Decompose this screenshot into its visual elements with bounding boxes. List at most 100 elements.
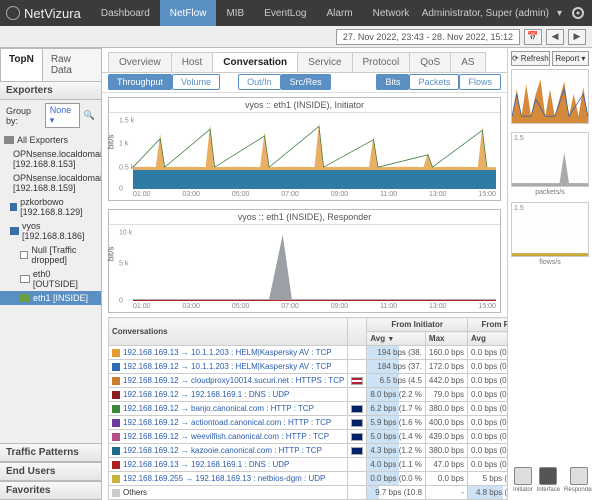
tree-item[interactable]: eth0 [OUTSIDE] (0, 267, 101, 291)
table-row[interactable]: 192.168.169.12 → 10.1.1.203 : HELM|Kaspe… (109, 360, 508, 374)
user-label[interactable]: Administrator, Super (admin) (422, 8, 549, 19)
conversation-link[interactable]: 192.168.169.13 → 192.168.169.1 : DNS : U… (123, 460, 289, 469)
conversation-link[interactable]: 192.168.169.12 → kazooie.canonical.com :… (123, 446, 322, 455)
chart-svg (133, 115, 496, 189)
mini-label: packets/s (511, 189, 589, 196)
interface-icon (539, 467, 557, 485)
table-row[interactable]: 192.168.169.12 → actiontoad.canonical.co… (109, 416, 508, 430)
flag-icon (351, 419, 363, 427)
flag-icon (351, 447, 363, 455)
chart-svg (133, 227, 496, 301)
sub-tabs: OverviewHostConversationServiceProtocolQ… (102, 48, 507, 73)
col-conversations[interactable]: Conversations (109, 318, 348, 346)
pill-volume[interactable]: Volume (172, 74, 220, 90)
calendar-icon[interactable]: 📅 (524, 29, 542, 45)
group-by-select[interactable]: None ▾ (45, 103, 80, 128)
x-axis: 01:0003:0005:0007:0009:0011:0013:0015:00 (109, 191, 500, 200)
table-row[interactable]: 192.168.169.13 → 192.168.169.1 : DNS : U… (109, 458, 508, 472)
nav-dashboard[interactable]: Dashboard (91, 0, 160, 26)
side-section-favorites[interactable]: Favorites (0, 481, 101, 500)
pill-packets[interactable]: Packets (409, 74, 459, 90)
exporter-tree: All ExportersOPNsense.localdomain [192.1… (0, 131, 101, 307)
subtab-overview[interactable]: Overview (108, 52, 172, 72)
chart-title: vyos :: eth1 (INSIDE), Responder (109, 210, 500, 225)
top-nav: DashboardNetFlowMIBEventLogAlarmNetwork (91, 0, 419, 26)
subtab-protocol[interactable]: Protocol (352, 52, 411, 72)
conversation-link[interactable]: 192.168.169.13 → 10.1.1.203 : HELM|Kaspe… (123, 348, 332, 357)
sidebar-bottom: Traffic PatternsEnd UsersFavorites (0, 443, 101, 500)
pill-bits[interactable]: Bits (376, 74, 409, 90)
subtab-conversation[interactable]: Conversation (212, 52, 298, 72)
tree-item[interactable]: Null [Traffic dropped] (0, 243, 101, 267)
main-tabs: TopNRaw Data (0, 48, 101, 82)
chart-title: vyos :: eth1 (INSIDE), Initiator (109, 98, 500, 113)
chart-initiator: vyos :: eth1 (INSIDE), Initiator bit/s 1… (108, 97, 501, 201)
col-sub[interactable]: Max (425, 332, 467, 346)
nav-eventlog[interactable]: EventLog (254, 0, 316, 26)
tree-item[interactable]: OPNsense.localdomain [192.168.8.153] (0, 147, 101, 171)
conversations-table-wrap[interactable]: Conversations From Initiator From Respon… (102, 317, 507, 500)
pill-flows[interactable]: Flows (459, 74, 501, 90)
table-row[interactable]: 192.168.169.12 → 192.168.169.1 : DNS : U… (109, 388, 508, 402)
report-button[interactable]: Report ▾ (552, 51, 589, 66)
mini-label: flows/s (511, 259, 589, 266)
conversation-link[interactable]: 192.168.169.12 → 192.168.169.1 : DNS : U… (123, 390, 289, 399)
group-by-row: Group by: None ▾ 🔍 (0, 100, 101, 131)
subtab-as[interactable]: AS (450, 52, 485, 72)
table-row[interactable]: 192.168.169.255 → 192.168.169.13 : netbi… (109, 472, 508, 486)
exporters-header: Exporters (0, 82, 101, 100)
chart-responder: vyos :: eth1 (INSIDE), Responder bit/s 1… (108, 209, 501, 313)
col-from-responder: From Responder (468, 318, 507, 332)
next-icon[interactable]: ▶ (568, 29, 586, 45)
table-row[interactable]: 192.168.169.12 → kazooie.canonical.com :… (109, 444, 508, 458)
tree-item[interactable]: vyos [192.168.8.186] (0, 219, 101, 243)
brand: NetVizura (6, 6, 91, 21)
table-row[interactable]: 192.168.169.12 → cloudproxy10014.sucuri.… (109, 374, 508, 388)
subtab-host[interactable]: Host (171, 52, 214, 72)
tree-item[interactable]: pzkorbowo [192.168.8.129] (0, 195, 101, 219)
refresh-button[interactable]: ⟳Refresh (511, 51, 550, 66)
conversation-link[interactable]: 192.168.169.12 → actiontoad.canonical.co… (123, 418, 331, 427)
nav-network[interactable]: Network (363, 0, 420, 26)
group-by-label: Group by: (6, 106, 41, 126)
pill-srcres[interactable]: Src/Res (281, 74, 331, 90)
conversations-table: Conversations From Initiator From Respon… (108, 317, 507, 500)
tree-item[interactable]: OPNsense.localdomain [192.168.8.159] (0, 171, 101, 195)
mini-chart-bits (511, 69, 589, 124)
date-range[interactable]: 27. Nov 2022, 23:43 - 28. Nov 2022, 15:1… (336, 29, 520, 45)
tree-item[interactable]: eth1 [INSIDE] (0, 291, 101, 305)
flag-icon (351, 405, 363, 413)
responder-icon (570, 467, 588, 485)
pill-row: ThroughputVolume Out/InSrc/Res BitsPacke… (102, 73, 507, 93)
conversation-link[interactable]: 192.168.169.12 → cloudproxy10014.sucuri.… (123, 376, 344, 385)
user-menu-icon[interactable]: ▾ (557, 8, 562, 19)
conversation-link[interactable]: 192.168.169.12 → banjo.canonical.com : H… (123, 404, 314, 413)
nav-netflow[interactable]: NetFlow (160, 0, 217, 26)
mini-chart-packets: 1.5 (511, 132, 589, 187)
prev-icon[interactable]: ◀ (546, 29, 564, 45)
pill-throughput[interactable]: Throughput (108, 74, 172, 90)
col-sub[interactable]: Avg ▼ (367, 332, 426, 346)
brand-icon (6, 6, 20, 20)
conversation-link[interactable]: 192.168.169.12 → 10.1.1.203 : HELM|Kaspe… (123, 362, 332, 371)
table-row[interactable]: 192.168.169.12 → weevilfish.canonical.co… (109, 430, 508, 444)
col-sub[interactable]: Avg (468, 332, 507, 346)
side-section-traffic-patterns[interactable]: Traffic Patterns (0, 443, 101, 462)
subtab-qos[interactable]: QoS (409, 52, 451, 72)
subtab-service[interactable]: Service (297, 52, 352, 72)
conversation-link[interactable]: 192.168.169.255 → 192.168.169.13 : netbi… (123, 474, 325, 483)
table-row[interactable]: 192.168.169.12 → banjo.canonical.com : H… (109, 402, 508, 416)
tree-item[interactable]: All Exporters (0, 133, 101, 147)
gear-icon[interactable] (570, 5, 586, 21)
table-row[interactable]: 192.168.169.13 → 10.1.1.203 : HELM|Kaspe… (109, 346, 508, 360)
y-axis-label: bit/s (107, 246, 116, 261)
top-right: Administrator, Super (admin) ▾ (422, 5, 586, 21)
nav-alarm[interactable]: Alarm (317, 0, 363, 26)
conversation-link[interactable]: 192.168.169.12 → weevilfish.canonical.co… (123, 432, 329, 441)
search-icon[interactable]: 🔍 (84, 110, 95, 121)
side-section-end-users[interactable]: End Users (0, 462, 101, 481)
tab-rawdata[interactable]: Raw Data (42, 48, 102, 81)
tab-topn[interactable]: TopN (0, 48, 43, 81)
pill-outin[interactable]: Out/In (238, 74, 281, 90)
nav-mib[interactable]: MIB (216, 0, 254, 26)
